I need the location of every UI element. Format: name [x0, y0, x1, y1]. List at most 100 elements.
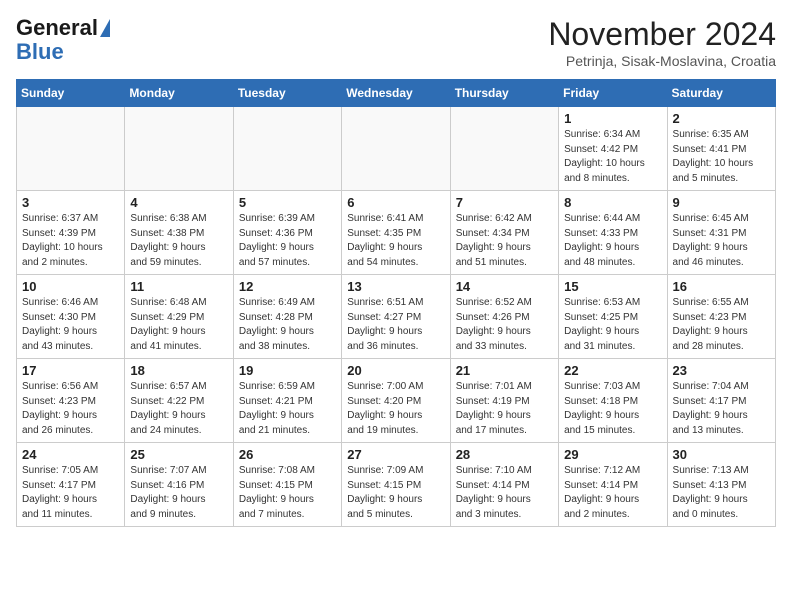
day-info: Sunrise: 7:12 AMSunset: 4:14 PMDaylight:…: [564, 464, 661, 522]
day-info: Sunrise: 7:08 AMSunset: 4:15 PMDaylight:…: [239, 464, 336, 522]
calendar-cell: 5 Sunrise: 6:39 AMSunset: 4:36 PMDaylight…: [233, 191, 341, 275]
week-row-5: 24 Sunrise: 7:05 AMSunset: 4:17 PMDayligh…: [17, 443, 776, 527]
day-number: 30: [673, 447, 770, 462]
day-info: Sunrise: 6:57 AMSunset: 4:22 PMDaylight:…: [130, 380, 227, 438]
day-info: Sunrise: 6:38 AMSunset: 4:38 PMDaylight:…: [130, 212, 227, 270]
day-info: Sunrise: 6:52 AMSunset: 4:26 PMDaylight:…: [456, 296, 553, 354]
day-number: 10: [22, 279, 119, 294]
day-info: Sunrise: 7:13 AMSunset: 4:13 PMDaylight:…: [673, 464, 770, 522]
day-info: Sunrise: 7:07 AMSunset: 4:16 PMDaylight:…: [130, 464, 227, 522]
logo-blue: Blue: [16, 40, 64, 64]
week-row-3: 10Sunrise: 6:46 AMSunset: 4:30 PMDayligh…: [17, 275, 776, 359]
day-number: 3: [22, 195, 119, 210]
calendar: SundayMondayTuesdayWednesdayThursdayFrid…: [16, 79, 776, 527]
calendar-cell: 3 Sunrise: 6:37 AMSunset: 4:39 PMDaylight…: [17, 191, 125, 275]
day-number: 20: [347, 363, 444, 378]
day-info: Sunrise: 6:35 AMSunset: 4:41 PMDaylight:…: [673, 128, 770, 186]
day-info: Sunrise: 6:55 AMSunset: 4:23 PMDaylight:…: [673, 296, 770, 354]
day-info: Sunrise: 7:10 AMSunset: 4:14 PMDaylight:…: [456, 464, 553, 522]
week-row-4: 17 Sunrise: 6:56 AMSunset: 4:23 PMDayligh…: [17, 359, 776, 443]
day-number: 6: [347, 195, 444, 210]
weekday-header-row: SundayMondayTuesdayWednesdayThursdayFrid…: [17, 80, 776, 107]
calendar-body: 1 Sunrise: 6:34 AMSunset: 4:42 PMDaylight…: [17, 107, 776, 527]
day-number: 2: [673, 111, 770, 126]
day-info: Sunrise: 7:03 AMSunset: 4:18 PMDaylight:…: [564, 380, 661, 438]
day-number: 16: [673, 279, 770, 294]
calendar-cell: [17, 107, 125, 191]
day-number: 17: [22, 363, 119, 378]
calendar-cell: [342, 107, 450, 191]
calendar-cell: 2 Sunrise: 6:35 AMSunset: 4:41 PMDaylight…: [667, 107, 775, 191]
calendar-cell: 15 Sunrise: 6:53 AMSunset: 4:25 PMDayligh…: [559, 275, 667, 359]
day-number: 22: [564, 363, 661, 378]
title-area: November 2024 Petrinja, Sisak-Moslavina,…: [548, 16, 776, 69]
day-info: Sunrise: 6:56 AMSunset: 4:23 PMDaylight:…: [22, 380, 119, 438]
calendar-cell: 22 Sunrise: 7:03 AMSunset: 4:18 PMDayligh…: [559, 359, 667, 443]
day-info: Sunrise: 7:00 AMSunset: 4:20 PMDaylight:…: [347, 380, 444, 438]
day-number: 8: [564, 195, 661, 210]
day-info: Sunrise: 6:48 AMSunset: 4:29 PMDaylight:…: [130, 296, 227, 354]
day-number: 4: [130, 195, 227, 210]
weekday-tuesday: Tuesday: [233, 80, 341, 107]
day-number: 9: [673, 195, 770, 210]
day-number: 13: [347, 279, 444, 294]
calendar-cell: 26 Sunrise: 7:08 AMSunset: 4:15 PMDayligh…: [233, 443, 341, 527]
day-number: 1: [564, 111, 661, 126]
calendar-cell: 10Sunrise: 6:46 AMSunset: 4:30 PMDayligh…: [17, 275, 125, 359]
calendar-cell: 17 Sunrise: 6:56 AMSunset: 4:23 PMDayligh…: [17, 359, 125, 443]
day-info: Sunrise: 6:34 AMSunset: 4:42 PMDaylight:…: [564, 128, 661, 186]
day-info: Sunrise: 6:53 AMSunset: 4:25 PMDaylight:…: [564, 296, 661, 354]
calendar-cell: 27 Sunrise: 7:09 AMSunset: 4:15 PMDayligh…: [342, 443, 450, 527]
calendar-cell: 13Sunrise: 6:51 AMSunset: 4:27 PMDayligh…: [342, 275, 450, 359]
day-info: Sunrise: 6:42 AMSunset: 4:34 PMDaylight:…: [456, 212, 553, 270]
day-number: 7: [456, 195, 553, 210]
calendar-cell: 1 Sunrise: 6:34 AMSunset: 4:42 PMDaylight…: [559, 107, 667, 191]
day-number: 29: [564, 447, 661, 462]
day-number: 5: [239, 195, 336, 210]
calendar-cell: 29 Sunrise: 7:12 AMSunset: 4:14 PMDayligh…: [559, 443, 667, 527]
day-info: Sunrise: 6:49 AMSunset: 4:28 PMDaylight:…: [239, 296, 336, 354]
calendar-cell: 6Sunrise: 6:41 AMSunset: 4:35 PMDaylight…: [342, 191, 450, 275]
day-info: Sunrise: 7:09 AMSunset: 4:15 PMDaylight:…: [347, 464, 444, 522]
calendar-cell: 30 Sunrise: 7:13 AMSunset: 4:13 PMDayligh…: [667, 443, 775, 527]
calendar-cell: 9 Sunrise: 6:45 AMSunset: 4:31 PMDaylight…: [667, 191, 775, 275]
day-number: 19: [239, 363, 336, 378]
calendar-cell: [233, 107, 341, 191]
calendar-cell: 4 Sunrise: 6:38 AMSunset: 4:38 PMDaylight…: [125, 191, 233, 275]
day-number: 27: [347, 447, 444, 462]
day-info: Sunrise: 6:45 AMSunset: 4:31 PMDaylight:…: [673, 212, 770, 270]
calendar-cell: 28Sunrise: 7:10 AMSunset: 4:14 PMDayligh…: [450, 443, 558, 527]
day-info: Sunrise: 7:05 AMSunset: 4:17 PMDaylight:…: [22, 464, 119, 522]
day-number: 23: [673, 363, 770, 378]
header: General Blue November 2024 Petrinja, Sis…: [16, 16, 776, 69]
day-number: 15: [564, 279, 661, 294]
logo-triangle-icon: [100, 19, 110, 37]
day-number: 26: [239, 447, 336, 462]
calendar-cell: [450, 107, 558, 191]
day-number: 25: [130, 447, 227, 462]
week-row-1: 1 Sunrise: 6:34 AMSunset: 4:42 PMDaylight…: [17, 107, 776, 191]
day-number: 11: [130, 279, 227, 294]
calendar-cell: 7 Sunrise: 6:42 AMSunset: 4:34 PMDaylight…: [450, 191, 558, 275]
month-title: November 2024: [548, 16, 776, 53]
calendar-cell: 23 Sunrise: 7:04 AMSunset: 4:17 PMDayligh…: [667, 359, 775, 443]
calendar-cell: 14 Sunrise: 6:52 AMSunset: 4:26 PMDayligh…: [450, 275, 558, 359]
calendar-cell: 19 Sunrise: 6:59 AMSunset: 4:21 PMDayligh…: [233, 359, 341, 443]
calendar-cell: 21Sunrise: 7:01 AMSunset: 4:19 PMDayligh…: [450, 359, 558, 443]
day-number: 18: [130, 363, 227, 378]
day-number: 21: [456, 363, 553, 378]
day-number: 14: [456, 279, 553, 294]
logo: General Blue: [16, 16, 110, 64]
weekday-saturday: Saturday: [667, 80, 775, 107]
calendar-cell: 20 Sunrise: 7:00 AMSunset: 4:20 PMDayligh…: [342, 359, 450, 443]
day-info: Sunrise: 7:04 AMSunset: 4:17 PMDaylight:…: [673, 380, 770, 438]
day-number: 24: [22, 447, 119, 462]
day-info: Sunrise: 6:59 AMSunset: 4:21 PMDaylight:…: [239, 380, 336, 438]
calendar-cell: 18 Sunrise: 6:57 AMSunset: 4:22 PMDayligh…: [125, 359, 233, 443]
day-info: Sunrise: 6:39 AMSunset: 4:36 PMDaylight:…: [239, 212, 336, 270]
calendar-cell: 16 Sunrise: 6:55 AMSunset: 4:23 PMDayligh…: [667, 275, 775, 359]
weekday-friday: Friday: [559, 80, 667, 107]
week-row-2: 3 Sunrise: 6:37 AMSunset: 4:39 PMDaylight…: [17, 191, 776, 275]
weekday-wednesday: Wednesday: [342, 80, 450, 107]
day-info: Sunrise: 6:37 AMSunset: 4:39 PMDaylight:…: [22, 212, 119, 270]
